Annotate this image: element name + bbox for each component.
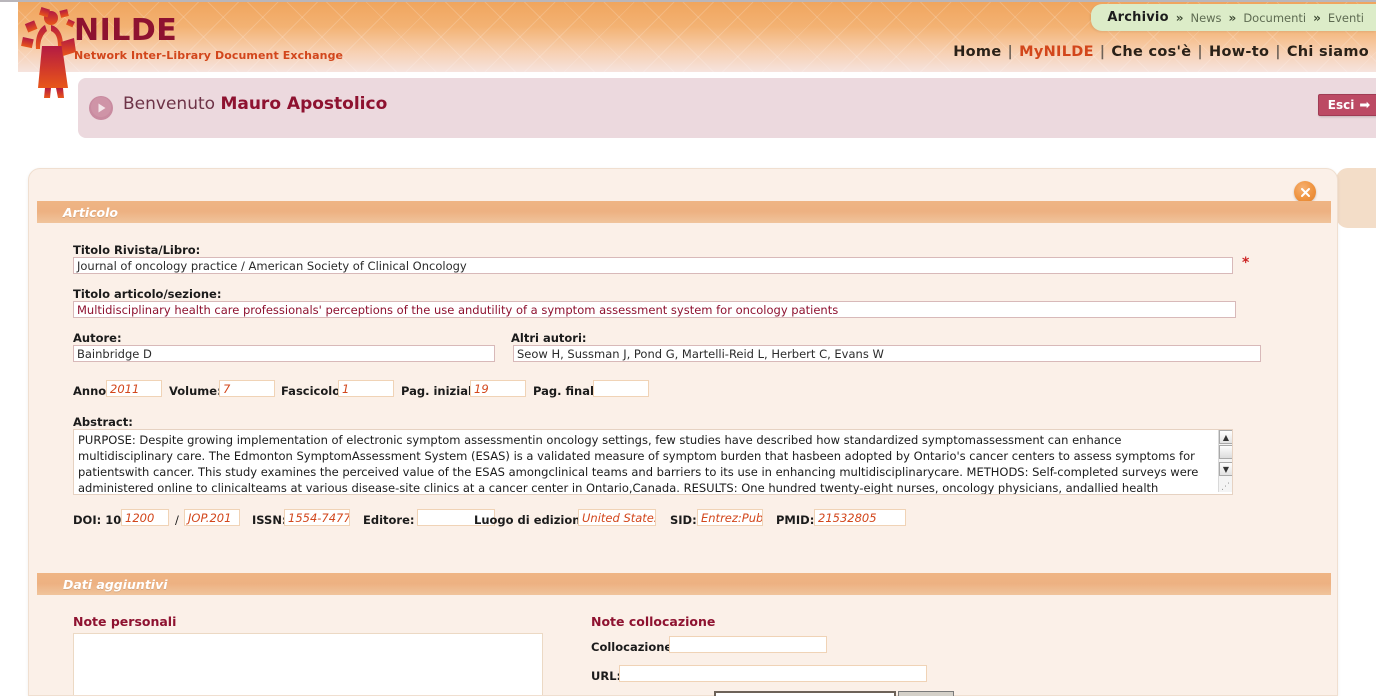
input-altri-autori[interactable]: Seow H, Sussman J, Pond G, Martelli-Reid… (513, 345, 1261, 362)
label-collocazione: Collocazione: (591, 640, 677, 654)
input-collocazione[interactable] (669, 636, 827, 653)
welcome-username: Mauro Apostolico (220, 94, 388, 114)
input-autore[interactable]: Bainbridge D (73, 345, 495, 362)
doi-separator: / (175, 513, 179, 527)
nav-item-chi-siamo[interactable]: Chi siamo (1282, 44, 1374, 60)
label-editore: Editore: (363, 513, 415, 527)
panel-side-tab (1336, 168, 1376, 228)
input-url[interactable] (619, 665, 927, 682)
archivio-separator-2: » (1228, 10, 1237, 25)
label-altri-autori: Altri autori: (511, 331, 587, 345)
label-sid: SID: (670, 513, 697, 527)
panel-body: Articolo Titolo Rivista/Libro: Journal o… (28, 168, 1338, 696)
textarea-note-personali[interactable] (73, 633, 543, 695)
input-sid[interactable]: Entrez:Pubk (697, 509, 763, 526)
main-navigation: Home | MyNILDE | Che cos'è | How-to | Ch… (948, 44, 1374, 60)
label-titolo-rivista: Titolo Rivista/Libro: (73, 243, 201, 257)
label-doi: DOI: 10. (73, 513, 126, 527)
section-header-dati-aggiuntivi: Dati aggiuntivi (37, 573, 1331, 595)
input-pmid[interactable]: 21532805 (814, 509, 906, 526)
article-form-panel: Articolo Titolo Rivista/Libro: Journal o… (28, 168, 1338, 696)
logout-button[interactable]: Esci ➡ (1318, 94, 1376, 116)
archivio-nav[interactable]: Archivio » News » Documenti » Eventi (1091, 4, 1376, 31)
site-header: NILDE Network Inter-Library Document Exc… (0, 0, 1376, 98)
welcome-message: Benvenuto Mauro Apostolico (123, 94, 387, 114)
input-luogo[interactable]: United States (578, 509, 656, 526)
nav-item-home[interactable]: Home (948, 44, 1006, 60)
label-url: URL: (591, 669, 622, 683)
input-anno[interactable]: 2011 (106, 380, 162, 397)
textarea-abstract[interactable]: PURPOSE: Despite growing implementation … (73, 429, 1233, 495)
brand-block: NILDE Network Inter-Library Document Exc… (74, 13, 344, 63)
nav-separator-1: | (1007, 44, 1014, 60)
label-note-collocazione: Note collocazione (591, 614, 716, 629)
nav-separator-2: | (1099, 44, 1106, 60)
section-title-articolo: Articolo (63, 205, 118, 220)
label-autore: Autore: (73, 331, 122, 345)
label-note-personali: Note personali (73, 614, 177, 629)
welcome-greeting: Benvenuto (123, 94, 216, 114)
input-fascicolo[interactable]: 1 (338, 380, 394, 397)
label-fascicolo: Fascicolo: (281, 384, 345, 398)
label-abstract: Abstract: (73, 415, 133, 429)
nav-separator-3: | (1197, 44, 1204, 60)
input-doi-prefix[interactable]: 1200 (121, 509, 169, 526)
label-pmid: PMID: (776, 513, 815, 527)
nav-item-mynilde[interactable]: MyNILDE (1014, 44, 1099, 60)
resize-grip-icon[interactable]: ⋰ (1220, 482, 1231, 493)
input-pag-iniziale[interactable]: 19 (470, 380, 526, 397)
archivio-item-documenti[interactable]: Documenti (1243, 11, 1306, 25)
section-header-articolo: Articolo (37, 201, 1331, 223)
archivio-separator-1: » (1175, 10, 1184, 25)
nav-separator-4: | (1275, 44, 1281, 60)
input-doi-suffix[interactable]: JOP.201 (184, 509, 240, 526)
input-titolo-rivista[interactable]: Journal of oncology practice / American … (73, 257, 1233, 274)
archivio-item-eventi[interactable]: Eventi (1328, 11, 1364, 25)
section-title-dati-aggiuntivi: Dati aggiuntivi (63, 577, 168, 592)
welcome-bar: Benvenuto Mauro Apostolico Esci ➡ (78, 78, 1376, 138)
label-issn: ISSN: (252, 513, 287, 527)
input-titolo-articolo[interactable]: Multidisciplinary health care profession… (73, 301, 1236, 318)
input-volume[interactable]: 7 (219, 380, 275, 397)
header-left-margin (0, 2, 18, 74)
scroll-up-arrow-icon[interactable]: ▲ (1219, 430, 1232, 444)
page-root: NILDE Network Inter-Library Document Exc… (0, 0, 1376, 696)
scrollbar-thumb[interactable] (1219, 445, 1232, 459)
archivio-item-news[interactable]: News (1190, 11, 1221, 25)
close-icon[interactable] (1294, 181, 1316, 203)
partial-browse-button[interactable] (898, 691, 954, 696)
input-issn[interactable]: 1554-7477 (284, 509, 350, 526)
brand-tagline: Network Inter-Library Document Exchange (74, 49, 344, 62)
nav-item-che-cose[interactable]: Che cos'è (1106, 44, 1196, 60)
partial-dropdown-widget[interactable] (714, 691, 896, 696)
archivio-label[interactable]: Archivio (1107, 10, 1168, 25)
label-luogo: Luogo di edizione: (474, 513, 593, 527)
required-asterisk-titolo-rivista: * (1242, 255, 1250, 271)
nav-item-how-to[interactable]: How-to (1204, 44, 1274, 60)
arrow-right-icon: ➡ (1359, 97, 1371, 113)
play-circle-icon (88, 95, 114, 121)
label-titolo-articolo: Titolo articolo/sezione: (73, 287, 222, 301)
input-pag-finale[interactable] (593, 380, 649, 397)
scroll-down-arrow-icon[interactable]: ▼ (1219, 462, 1232, 476)
brand-name: NILDE (74, 13, 178, 48)
archivio-separator-3: » (1313, 10, 1321, 25)
abstract-content: PURPOSE: Despite growing implementation … (78, 433, 1199, 495)
logout-label: Esci (1327, 98, 1355, 112)
label-volume: Volume: (169, 384, 222, 398)
